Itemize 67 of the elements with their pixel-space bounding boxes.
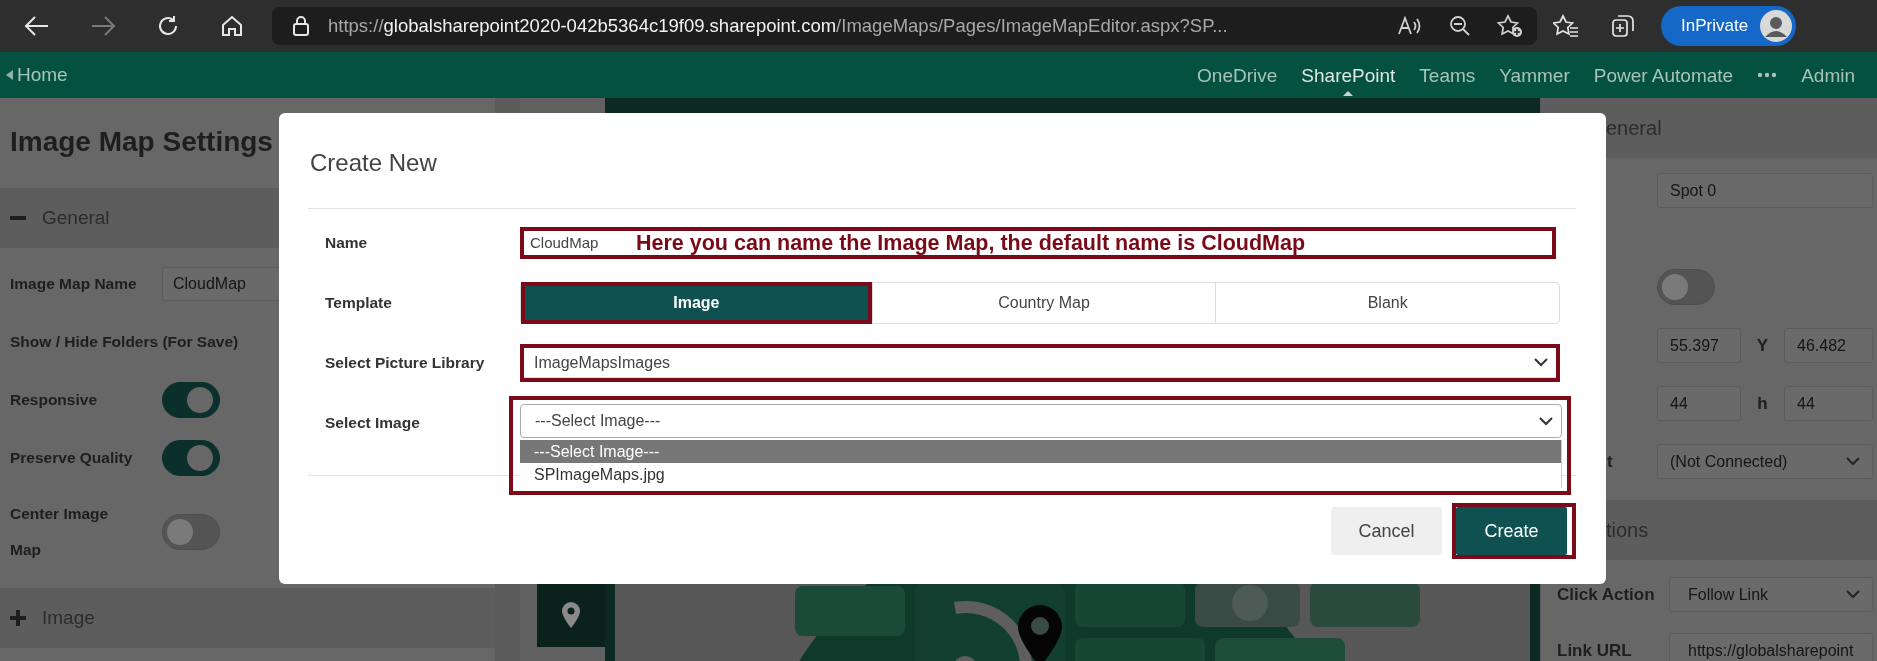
dropdown-option[interactable]: SPImageMaps.jpg: [520, 463, 1561, 486]
select-field[interactable]: (Not Connected): [1657, 444, 1873, 479]
home-link[interactable]: Home: [6, 64, 68, 86]
field-label: Link URL: [1557, 640, 1632, 660]
cancel-button[interactable]: Cancel: [1331, 507, 1442, 555]
chevron-down-icon: [1539, 416, 1553, 426]
toggle-switch[interactable]: [162, 382, 220, 418]
plus-icon: [10, 610, 26, 626]
number-field[interactable]: 55.397: [1657, 328, 1741, 363]
chevron-down-icon: [1534, 358, 1548, 367]
template-tab[interactable]: Blank: [1215, 283, 1559, 323]
field-label: Responsive: [10, 390, 98, 410]
chevron-down-icon: [1846, 457, 1860, 466]
field-label: Preserve Quality: [10, 448, 134, 468]
toggle-switch[interactable]: [162, 514, 220, 550]
refresh-icon[interactable]: [156, 14, 180, 38]
caret-icon: [6, 70, 13, 80]
template-tab[interactable]: Country Map: [871, 283, 1216, 323]
select-field[interactable]: Follow Link: [1669, 577, 1873, 612]
field-label: Select Image: [325, 414, 421, 432]
pin-button[interactable]: [537, 583, 605, 647]
field-label: Select Picture Library: [325, 354, 486, 372]
favorites-icon[interactable]: [1553, 14, 1579, 38]
select-field[interactable]: ---Select Image---: [520, 404, 1562, 438]
annotation-text: Here you can name the Image Map, the default name is CloudMap: [636, 230, 1306, 256]
suite-link[interactable]: Admin: [1801, 54, 1855, 96]
read-aloud-icon[interactable]: [1397, 15, 1423, 37]
field-label: Click Action: [1557, 584, 1655, 604]
panel-title: Image Map Settings: [9, 125, 274, 159]
chevron-down-icon: [1846, 590, 1860, 599]
location-pin-icon: [562, 602, 580, 628]
field-label: t: [1607, 451, 1613, 471]
suite-link[interactable]: Teams: [1419, 54, 1476, 96]
number-field[interactable]: 46.482: [1784, 328, 1873, 363]
avatar-icon: [1760, 10, 1793, 42]
map-marker-icon[interactable]: [1018, 605, 1062, 661]
dropdown-option[interactable]: ---Select Image---: [520, 440, 1561, 463]
zoom-out-icon[interactable]: [1449, 15, 1471, 37]
lock-icon: [292, 15, 310, 37]
field-label: Image Map Name: [10, 274, 138, 294]
add-favorite-icon[interactable]: [1497, 14, 1523, 38]
suite-link[interactable]: Power Automate: [1593, 54, 1734, 96]
suite-link[interactable]: OneDrive: [1197, 54, 1278, 96]
home-icon[interactable]: [220, 14, 244, 38]
create-button[interactable]: Create: [1456, 507, 1567, 555]
text-field[interactable]: https://globalsharepoint: [1669, 633, 1873, 661]
inprivate-button[interactable]: InPrivate: [1661, 6, 1797, 46]
number-field[interactable]: 44: [1784, 386, 1873, 421]
url-text: https://globalsharepoint2020-042b5364c19f09.sharepoint.com/ImageMaps/Pages/ImageMapEditor.aspx?SP...: [328, 15, 1229, 37]
back-icon[interactable]: [24, 15, 50, 37]
toggle-switch[interactable]: [162, 440, 220, 476]
field-label: h: [1756, 393, 1769, 414]
field-label: Show / Hide Folders (For Save): [10, 332, 239, 352]
name-field[interactable]: CloudMap: [524, 231, 630, 255]
address-bar[interactable]: https://globalsharepoint2020-042b5364c19f09.sharepoint.com/ImageMaps/Pages/ImageMapEditor.aspx?SP...: [272, 7, 1537, 45]
more-icon[interactable]: [1757, 72, 1778, 78]
suite-link[interactable]: Yammer: [1499, 54, 1570, 96]
toggle-switch[interactable]: [1657, 269, 1715, 305]
template-tab[interactable]: Image: [521, 282, 872, 324]
forward-icon[interactable]: [90, 15, 116, 37]
number-field[interactable]: 44: [1657, 386, 1741, 421]
collections-icon[interactable]: [1611, 14, 1635, 38]
text-field[interactable]: Spot 0: [1657, 173, 1873, 208]
field-label: Template: [325, 294, 393, 312]
dialog-title: Create New: [309, 148, 438, 178]
field-label: Y: [1755, 335, 1770, 356]
field-label: Center Image Map: [10, 504, 110, 560]
